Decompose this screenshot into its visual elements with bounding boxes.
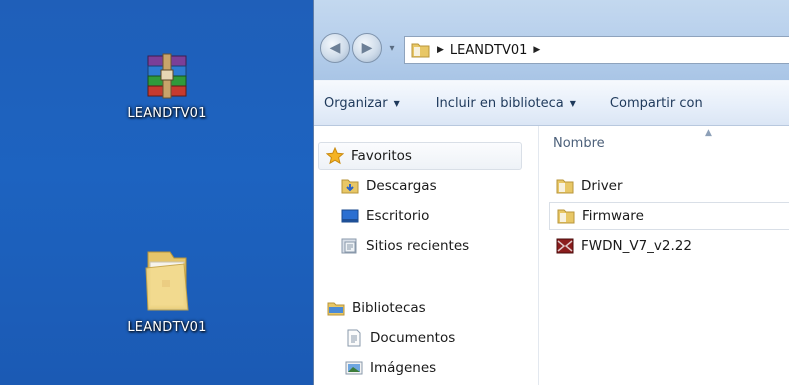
- breadcrumb-separator-icon[interactable]: ▶: [533, 45, 540, 55]
- recent-places-icon: [340, 237, 360, 255]
- title-bar: ◀ ▶ ▾ ▶ LEANDTV01 ▶: [314, 0, 789, 80]
- forward-button[interactable]: ▶: [352, 33, 382, 63]
- nav-item-libraries[interactable]: Bibliotecas: [326, 294, 426, 322]
- column-header-name[interactable]: Nombre: [553, 136, 605, 151]
- nav-item-label: Escritorio: [366, 208, 430, 224]
- nav-item-label: Bibliotecas: [352, 300, 426, 316]
- folder-icon: [555, 177, 575, 195]
- nav-item-images[interactable]: Imágenes: [344, 354, 436, 382]
- folder-icon: [411, 43, 430, 58]
- file-name: Driver: [581, 178, 623, 194]
- address-bar[interactable]: ▶ LEANDTV01 ▶: [404, 36, 789, 64]
- organize-label: Organizar: [324, 95, 388, 111]
- nav-item-label: Imágenes: [370, 360, 437, 376]
- explorer-window: ◀ ▶ ▾ ▶ LEANDTV01 ▶ Organizar ▼ Incluir …: [313, 0, 789, 385]
- sort-ascending-icon: ▲: [705, 128, 712, 138]
- documents-icon: [344, 329, 364, 347]
- nav-item-documents[interactable]: Documentos: [344, 324, 455, 352]
- winrar-archive-icon: [147, 53, 187, 99]
- desktop-icon: [340, 207, 360, 225]
- folder-icon: [556, 207, 576, 225]
- desktop-item-label: LEANDTV01: [127, 320, 207, 335]
- file-list: ▲ Nombre Driver Firmware FWDN_V7_v2.22: [538, 126, 789, 385]
- star-icon: [325, 147, 345, 165]
- list-item[interactable]: Driver: [549, 172, 789, 200]
- application-icon: [555, 237, 575, 255]
- include-in-library-button[interactable]: Incluir en biblioteca ▼: [436, 96, 576, 111]
- images-icon: [344, 359, 364, 377]
- chevron-down-icon: ▼: [569, 98, 576, 108]
- nav-item-label: Documentos: [370, 330, 456, 346]
- libraries-icon: [326, 299, 346, 317]
- recent-pages-dropdown[interactable]: ▾: [386, 42, 398, 56]
- nav-item-desktop[interactable]: Escritorio: [340, 202, 429, 230]
- include-in-library-label: Incluir en biblioteca: [435, 95, 564, 111]
- folder-icon: [145, 251, 189, 311]
- forward-arrow-icon: ▶: [361, 40, 373, 56]
- desktop-item-folder[interactable]: LEANDTV01: [107, 244, 227, 335]
- breadcrumb-item[interactable]: LEANDTV01: [450, 43, 527, 58]
- nav-item-downloads[interactable]: Descargas: [340, 172, 437, 200]
- nav-item-label: Sitios recientes: [366, 238, 470, 254]
- navigation-pane: Favoritos Descargas Escritorio Sitios re…: [314, 126, 538, 385]
- nav-item-label: Descargas: [366, 178, 437, 194]
- organize-button[interactable]: Organizar ▼: [324, 96, 400, 111]
- back-button[interactable]: ◀: [320, 33, 350, 63]
- desktop: LEANDTV01 LEANDTV01: [0, 0, 313, 385]
- share-with-button[interactable]: Compartir con: [610, 96, 703, 111]
- share-with-label: Compartir con: [609, 95, 703, 111]
- file-name: Firmware: [582, 208, 644, 224]
- desktop-item-label: LEANDTV01: [127, 106, 207, 121]
- file-name: FWDN_V7_v2.22: [581, 238, 692, 254]
- nav-item-label: Favoritos: [351, 148, 412, 164]
- breadcrumb-separator-icon[interactable]: ▶: [437, 45, 444, 55]
- nav-item-recent-places[interactable]: Sitios recientes: [340, 232, 469, 260]
- back-arrow-icon: ◀: [329, 40, 341, 56]
- nav-item-favorites[interactable]: Favoritos: [318, 142, 522, 170]
- command-bar: Organizar ▼ Incluir en biblioteca ▼ Comp…: [314, 80, 789, 126]
- downloads-folder-icon: [340, 177, 360, 195]
- list-item[interactable]: FWDN_V7_v2.22: [549, 232, 789, 260]
- list-item[interactable]: Firmware: [549, 202, 789, 230]
- desktop-item-archive[interactable]: LEANDTV01: [107, 52, 227, 121]
- chevron-down-icon: ▼: [393, 98, 400, 108]
